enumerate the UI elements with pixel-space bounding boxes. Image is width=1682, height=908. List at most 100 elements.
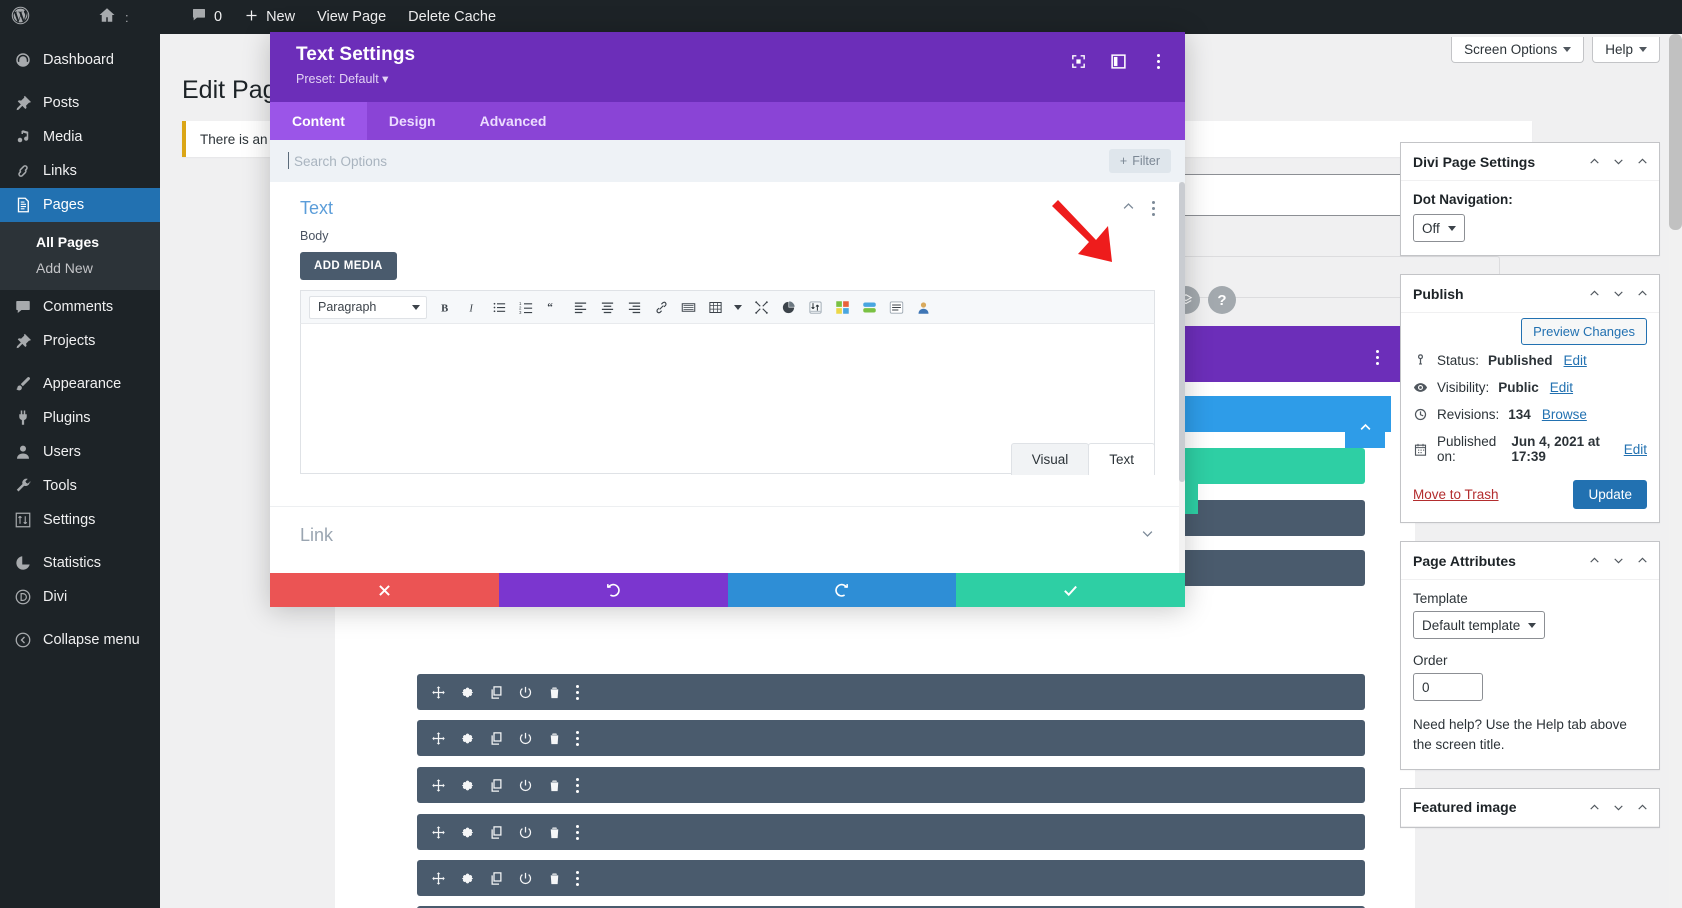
toggle-panel-icon[interactable]	[1631, 550, 1653, 572]
trash-icon[interactable]	[547, 871, 562, 886]
divi-module-toolbar[interactable]	[417, 720, 1365, 756]
sidebar-item-plugins[interactable]: Plugins	[0, 401, 160, 435]
postbox-header[interactable]: Featured image	[1401, 789, 1659, 827]
order-up-icon[interactable]	[1583, 550, 1605, 572]
postbox-header[interactable]: Page Attributes	[1401, 542, 1659, 580]
tab-content[interactable]: Content	[270, 102, 367, 140]
modal-scrollbar-thumb[interactable]	[1179, 182, 1185, 482]
toggle-panel-icon[interactable]	[1631, 283, 1653, 305]
divi-module-toolbar[interactable]	[417, 767, 1365, 803]
add-media-button[interactable]: ADD MEDIA	[300, 252, 397, 280]
sidebar-item-settings[interactable]: Settings	[0, 503, 160, 537]
site-name-button[interactable]: :	[84, 6, 180, 28]
trash-icon[interactable]	[547, 778, 562, 793]
postbox-header[interactable]: Divi Page Settings	[1401, 143, 1659, 181]
table-icon[interactable]	[706, 298, 724, 316]
redo-button[interactable]	[727, 573, 957, 607]
move-icon[interactable]	[431, 685, 446, 700]
postbox-header[interactable]: Publish	[1401, 275, 1659, 313]
visibility-edit-link[interactable]: Edit	[1550, 380, 1573, 395]
duplicate-icon[interactable]	[489, 778, 504, 793]
divi-module-toolbar[interactable]	[417, 860, 1365, 896]
gear-icon[interactable]	[460, 685, 475, 700]
gear-icon[interactable]	[460, 778, 475, 793]
update-button[interactable]: Update	[1573, 480, 1647, 509]
sidebar-item-projects[interactable]: Projects	[0, 324, 160, 358]
duplicate-icon[interactable]	[489, 731, 504, 746]
more-options-icon[interactable]	[1145, 48, 1171, 74]
fullscreen-toggle-icon[interactable]	[752, 298, 770, 316]
insert-link-icon[interactable]	[652, 298, 670, 316]
align-left-icon[interactable]	[571, 298, 589, 316]
power-icon[interactable]	[518, 871, 533, 886]
order-up-icon[interactable]	[1583, 796, 1605, 818]
search-input[interactable]: Search Options	[287, 151, 387, 169]
sidebar-item-collapse-menu[interactable]: Collapse menu	[0, 623, 160, 657]
align-right-icon[interactable]	[625, 298, 643, 316]
sidebar-item-pages[interactable]: Pages	[0, 188, 168, 222]
pie-chart-icon[interactable]	[779, 298, 797, 316]
duplicate-icon[interactable]	[489, 685, 504, 700]
wp-logo-button[interactable]	[0, 5, 84, 30]
power-icon[interactable]	[518, 778, 533, 793]
preview-changes-button[interactable]: Preview Changes	[1521, 318, 1647, 345]
power-icon[interactable]	[518, 825, 533, 840]
move-to-trash-link[interactable]: Move to Trash	[1413, 487, 1499, 502]
adminbar-new-button[interactable]: New	[233, 0, 306, 34]
move-icon[interactable]	[431, 871, 446, 886]
sidebar-item-posts[interactable]: Posts	[0, 86, 160, 120]
avatar-icon[interactable]	[914, 298, 932, 316]
order-down-icon[interactable]	[1607, 283, 1629, 305]
read-more-icon[interactable]	[679, 298, 697, 316]
more-options-icon[interactable]	[576, 777, 579, 793]
tab-visual[interactable]: Visual	[1010, 443, 1090, 475]
sidebar-item-add-new[interactable]: Add New	[0, 255, 160, 281]
sidebar-item-links[interactable]: Links	[0, 154, 160, 188]
more-options-icon[interactable]	[576, 870, 579, 886]
blockquote-icon[interactable]: “	[544, 298, 562, 316]
sidebar-item-users[interactable]: Users	[0, 435, 160, 469]
divi-module-toolbar[interactable]	[417, 674, 1365, 710]
order-input[interactable]: 0	[1413, 673, 1483, 701]
move-icon[interactable]	[431, 778, 446, 793]
toggle-panel-icon[interactable]	[1631, 151, 1653, 173]
split-view-icon[interactable]	[1105, 48, 1131, 74]
help-button[interactable]: ?	[1208, 286, 1236, 314]
align-center-icon[interactable]	[598, 298, 616, 316]
revisions-browse-link[interactable]: Browse	[1542, 407, 1587, 422]
tab-design[interactable]: Design	[367, 102, 458, 140]
page-scrollbar[interactable]	[1669, 34, 1682, 908]
duplicate-icon[interactable]	[489, 871, 504, 886]
bulleted-list-icon[interactable]	[490, 298, 508, 316]
order-down-icon[interactable]	[1607, 796, 1629, 818]
divi-module-toolbar[interactable]	[417, 814, 1365, 850]
layout-grid-icon[interactable]	[833, 298, 851, 316]
trash-icon[interactable]	[547, 685, 562, 700]
gear-icon[interactable]	[460, 731, 475, 746]
gear-icon[interactable]	[460, 825, 475, 840]
sidebar-item-comments[interactable]: Comments	[0, 290, 160, 324]
divi-scroll-up-button[interactable]	[1345, 406, 1385, 448]
sidebar-item-dashboard[interactable]: Dashboard	[0, 43, 160, 77]
order-up-icon[interactable]	[1583, 283, 1605, 305]
fullscreen-icon[interactable]	[1065, 48, 1091, 74]
order-up-icon[interactable]	[1583, 151, 1605, 173]
trash-icon[interactable]	[547, 825, 562, 840]
format-select[interactable]: Paragraph	[309, 295, 427, 319]
adminbar-view-page[interactable]: View Page	[306, 0, 397, 34]
layout-rows-icon[interactable]	[860, 298, 878, 316]
more-options-icon[interactable]	[576, 824, 579, 840]
published-on-edit-link[interactable]: Edit	[1624, 442, 1647, 457]
power-icon[interactable]	[518, 685, 533, 700]
chevron-down-icon[interactable]	[1140, 526, 1155, 546]
status-edit-link[interactable]: Edit	[1564, 353, 1587, 368]
order-down-icon[interactable]	[1607, 151, 1629, 173]
bold-icon[interactable]: B	[436, 298, 454, 316]
page-layout-icon[interactable]	[887, 298, 905, 316]
undo-button[interactable]	[498, 573, 728, 607]
more-options-icon[interactable]	[576, 684, 579, 700]
tab-advanced[interactable]: Advanced	[458, 102, 569, 140]
tab-text[interactable]: Text	[1088, 443, 1155, 475]
italic-icon[interactable]: I	[463, 298, 481, 316]
chevron-up-icon[interactable]	[1121, 199, 1136, 219]
